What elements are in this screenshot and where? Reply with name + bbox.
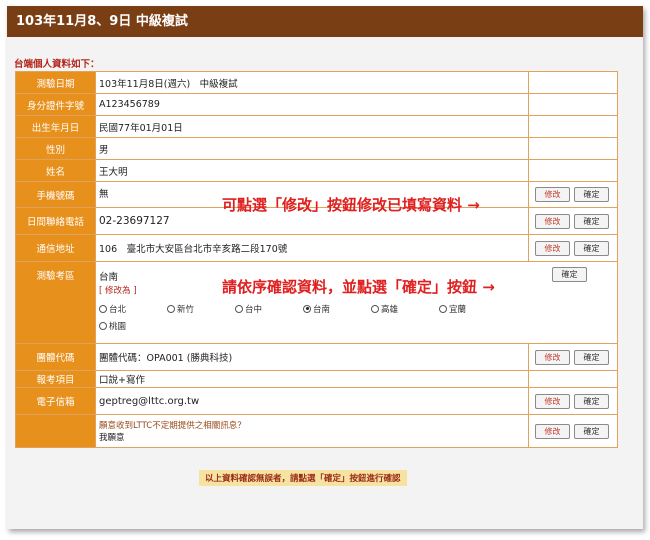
value-birth: 民國77年01月01日	[95, 115, 529, 138]
edit-button-mobile[interactable]: 修改	[535, 187, 570, 202]
edit-hint-callout: 可點選「修改」按鈕修改已填寫資料 →	[222, 196, 480, 214]
confirm-button-group-code[interactable]: 確定	[574, 349, 609, 365]
label-birth: 出生年月日	[15, 115, 96, 138]
value-exam-item: 口說+寫作	[95, 370, 529, 388]
row-group-code: 團體代碼 團體代碼：OPA001 (勝典科技) 修改 確定	[15, 343, 618, 371]
row-birth: 出生年月日 民國77年01月01日	[15, 115, 618, 138]
label-email: 電子信箱	[15, 387, 96, 415]
confirm-button-email[interactable]: 確定	[574, 393, 609, 409]
label-address: 通信地址	[15, 234, 96, 262]
row-name: 姓名 王大明	[15, 159, 618, 182]
label-group-code: 團體代碼	[15, 343, 96, 371]
value-exam-date: 103年11月8日(週六) 中級複試	[95, 71, 529, 94]
row-email: 電子信箱 geptreg@lttc.org.tw 修改 確定	[15, 387, 618, 415]
value-id: A123456789	[95, 93, 529, 116]
region-option-yilan[interactable]: 宜蘭	[439, 303, 507, 315]
label-exam-item: 報考項目	[15, 370, 96, 388]
confirm-button-region[interactable]: 確定	[552, 267, 587, 282]
edit-button-group-code[interactable]: 修改	[535, 349, 570, 365]
label-day-phone: 日間聯絡電話	[15, 207, 96, 235]
region-option-tainan[interactable]: 台南	[303, 303, 371, 315]
label-name: 姓名	[15, 159, 96, 182]
row-region: 測驗考區 台南 [ 修改為 ] 台北 新竹 台中 台南 高雄 宜蘭 桃園 確定	[15, 261, 618, 344]
row-address: 通信地址 106 臺北市大安區台北市辛亥路二段170號 修改 確定	[15, 234, 618, 262]
edit-button-email[interactable]: 修改	[535, 393, 570, 409]
page-title: 103年11月8、9日 中級複試	[7, 6, 643, 37]
row-id: 身分證件字號 A123456789	[15, 93, 618, 116]
value-name: 王大明	[95, 159, 529, 182]
label-gender: 性別	[15, 137, 96, 160]
value-gender: 男	[95, 137, 529, 160]
label-id: 身分證件字號	[15, 93, 96, 116]
region-option-taichung[interactable]: 台中	[235, 303, 303, 315]
region-radio-group: 台北 新竹 台中 台南 高雄 宜蘭 桃園	[99, 303, 617, 337]
label-mobile: 手機號碼	[15, 181, 96, 208]
edit-button-day-phone[interactable]: 修改	[535, 213, 570, 229]
edit-button-newsletter[interactable]: 修改	[535, 423, 570, 439]
label-exam-date: 測驗日期	[15, 71, 96, 94]
confirm-button-newsletter[interactable]: 確定	[574, 423, 609, 439]
confirm-hint-callout: 請依序確認資料，並點選「確定」按鈕 →	[222, 278, 495, 296]
region-option-kaohsiung[interactable]: 高雄	[371, 303, 439, 315]
region-option-taoyuan[interactable]: 桃園	[99, 320, 167, 332]
value-group-code: 團體代碼：OPA001 (勝典科技)	[95, 343, 529, 371]
region-option-taipei[interactable]: 台北	[99, 303, 167, 315]
newsletter-answer: 我願意	[99, 433, 125, 443]
newsletter-question: 願意收到LTTC不定期提供之相關訊息？	[99, 421, 246, 431]
row-exam-item: 報考項目 口說+寫作	[15, 370, 618, 388]
confirm-button-address[interactable]: 確定	[574, 240, 609, 256]
region-option-hsinchu[interactable]: 新竹	[167, 303, 235, 315]
confirm-button-day-phone[interactable]: 確定	[574, 213, 609, 229]
row-exam-date: 測驗日期 103年11月8日(週六) 中級複試	[15, 71, 618, 94]
row-newsletter: 願意收到LTTC不定期提供之相關訊息？ 我願意 修改 確定	[15, 414, 618, 448]
footer-note: 以上資料確認無誤者，請點選「確定」按鈕進行確認	[199, 470, 407, 486]
edit-button-address[interactable]: 修改	[535, 240, 570, 256]
intro-text: 台端個人資料如下：	[14, 59, 100, 70]
value-address: 106 臺北市大安區台北市辛亥路二段170號	[95, 234, 529, 262]
personal-data-table: 測驗日期 103年11月8日(週六) 中級複試 身分證件字號 A12345678…	[15, 71, 618, 448]
confirm-button-mobile[interactable]: 確定	[574, 187, 609, 202]
row-gender: 性別 男	[15, 137, 618, 160]
label-region: 測驗考區	[15, 261, 96, 344]
value-email: geptreg@lttc.org.tw	[95, 387, 529, 415]
